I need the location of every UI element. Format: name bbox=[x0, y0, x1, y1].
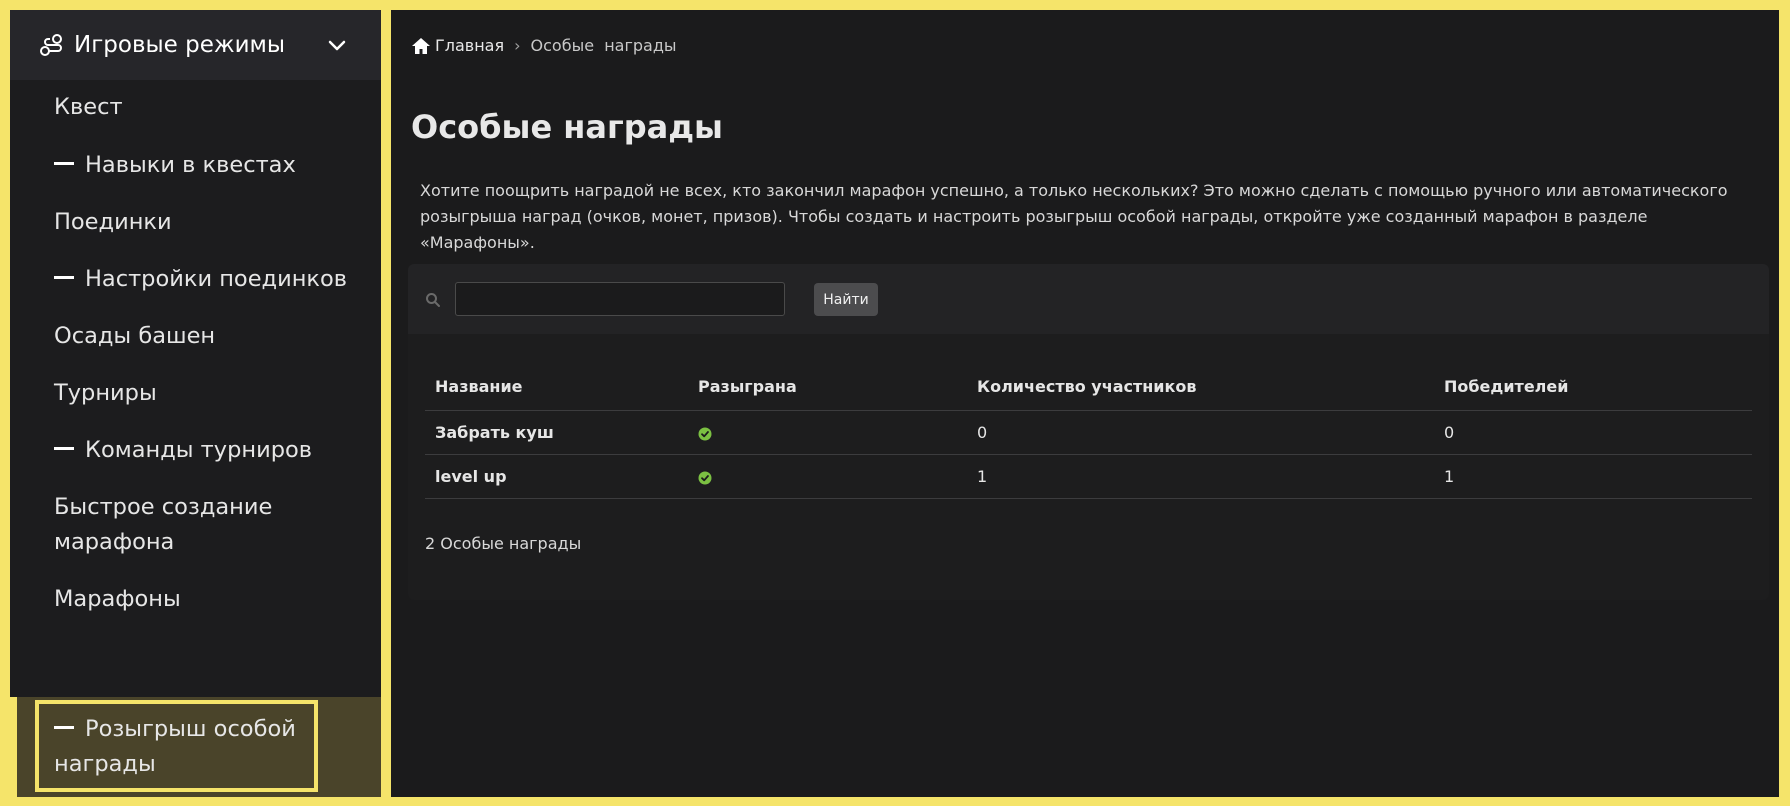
results-count: 2 Особые награды bbox=[425, 534, 582, 553]
search-input[interactable] bbox=[455, 282, 785, 316]
participants-cell: 1 bbox=[967, 454, 1434, 499]
award-name-link[interactable]: level up bbox=[425, 454, 688, 499]
winners-cell: 1 bbox=[1434, 454, 1752, 499]
drawn-cell bbox=[688, 454, 967, 499]
page-description: Хотите поощрить наградой не всех, кто за… bbox=[420, 181, 1728, 252]
sidebar-item-label: Турниры bbox=[54, 380, 157, 406]
check-circle-icon bbox=[698, 470, 712, 485]
chevron-down-icon[interactable] bbox=[326, 34, 348, 56]
breadcrumb: Главная › Особые награды bbox=[411, 36, 677, 55]
breadcrumb-current: Особые награды bbox=[530, 36, 677, 55]
check-circle-icon bbox=[698, 426, 712, 441]
sidebar-item-label: Настройки поединков bbox=[85, 266, 348, 292]
home-icon[interactable] bbox=[411, 37, 431, 55]
sidebar-item-quick-marathon[interactable]: Быстрое создание марафона bbox=[54, 490, 294, 560]
sidebar-item-label: Квест bbox=[54, 94, 123, 120]
dash-icon bbox=[54, 447, 74, 450]
table-row[interactable]: Забрать куш 0 0 bbox=[425, 410, 1752, 455]
main-content: Главная › Особые награды Особые награды … bbox=[391, 10, 1779, 797]
column-header-winners[interactable]: Победителей bbox=[1434, 364, 1752, 411]
sidebar-item-duel-settings[interactable]: Настройки поединков bbox=[54, 262, 347, 297]
sidebar-item-marathons[interactable]: Марафоны bbox=[54, 582, 181, 617]
column-header-participants[interactable]: Количество участников bbox=[967, 364, 1434, 411]
sidebar-item-label: Осады башен bbox=[54, 323, 216, 349]
sidebar-item-duels[interactable]: Поединки bbox=[54, 205, 172, 240]
sidebar-item-quest-skills[interactable]: Навыки в квестах bbox=[54, 148, 296, 183]
awards-table-panel: Название Разыграна Количество участников… bbox=[408, 334, 1769, 600]
award-name-link[interactable]: Забрать куш bbox=[425, 410, 688, 455]
sidebar-item-quest[interactable]: Квест bbox=[54, 90, 123, 125]
sidebar-item-tower-sieges[interactable]: Осады башен bbox=[54, 319, 215, 354]
sidebar-item-tournament-teams[interactable]: Команды турниров bbox=[54, 433, 312, 468]
dash-icon bbox=[54, 276, 74, 279]
sidebar-item-label: Команды турниров bbox=[85, 437, 313, 463]
drawn-cell bbox=[688, 410, 967, 455]
sidebar-item-label: Марафоны bbox=[54, 586, 181, 612]
table-header-row: Название Разыграна Количество участников… bbox=[425, 364, 1752, 411]
sidebar: Игровые режимы Квест Навыки в квестах По… bbox=[10, 10, 381, 697]
search-icon bbox=[425, 292, 441, 308]
column-header-name[interactable]: Название bbox=[425, 364, 688, 411]
dash-icon bbox=[54, 726, 74, 729]
game-modes-icon bbox=[38, 32, 64, 58]
search-button[interactable]: Найти bbox=[814, 283, 878, 316]
awards-table: Название Разыграна Количество участников… bbox=[425, 364, 1752, 499]
column-header-drawn[interactable]: Разыграна bbox=[688, 364, 967, 411]
sidebar-item-label: Розыгрыш особой награды bbox=[54, 716, 296, 777]
sidebar-header-label: Игровые режимы bbox=[74, 32, 286, 58]
sidebar-item-tournaments[interactable]: Турниры bbox=[54, 376, 157, 411]
sidebar-item-special-award-draw[interactable]: Розыгрыш особой награды bbox=[54, 712, 314, 782]
table-row[interactable]: level up 1 1 bbox=[425, 454, 1752, 499]
page-title: Особые награды bbox=[411, 108, 723, 146]
dash-icon bbox=[54, 162, 74, 165]
sidebar-header-game-modes[interactable]: Игровые режимы bbox=[10, 10, 381, 80]
breadcrumb-separator: › bbox=[514, 36, 521, 55]
sidebar-item-label: Поединки bbox=[54, 209, 172, 235]
winners-cell: 0 bbox=[1434, 410, 1752, 455]
search-bar: Найти bbox=[408, 264, 1769, 334]
participants-cell: 0 bbox=[967, 410, 1434, 455]
breadcrumb-home-link[interactable]: Главная bbox=[435, 36, 504, 55]
sidebar-item-label: Быстрое создание марафона bbox=[54, 494, 273, 555]
sidebar-item-label: Навыки в квестах bbox=[85, 152, 296, 178]
